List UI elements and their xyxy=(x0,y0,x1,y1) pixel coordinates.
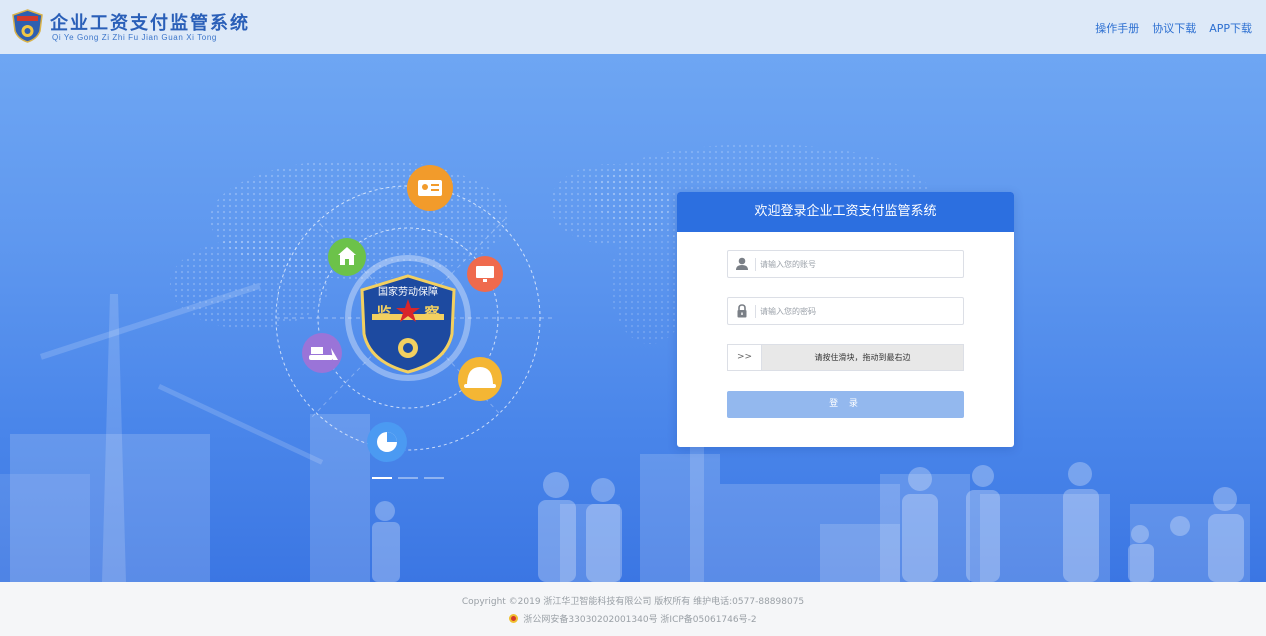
slider-handle[interactable]: >> xyxy=(728,345,762,370)
bulldozer-icon xyxy=(302,333,342,373)
beian-line: 浙公网安备33030202001340号 浙ICP备05061746号-2 xyxy=(0,612,1266,625)
app-download-link[interactable]: APP下载 xyxy=(1209,20,1252,36)
login-title: 欢迎登录企业工资支付监管系统 xyxy=(677,192,1014,232)
manual-link[interactable]: 操作手册 xyxy=(1095,20,1139,36)
username-field[interactable] xyxy=(727,250,964,278)
hero-banner: 国家劳动保障 监 察 xyxy=(0,54,1266,582)
house-icon xyxy=(328,238,366,276)
agreement-download-link[interactable]: 协议下载 xyxy=(1152,20,1196,36)
labor-inspection-emblem: 国家劳动保障 监 察 xyxy=(360,274,456,374)
username-input[interactable] xyxy=(760,254,958,274)
user-icon xyxy=(736,257,748,270)
top-links: 操作手册 协议下载 APP下载 xyxy=(1095,20,1252,36)
emblem-char-right: 察 xyxy=(423,304,440,322)
lock-icon xyxy=(737,304,747,318)
emblem-char-left: 监 xyxy=(376,304,391,322)
carousel-dot-active[interactable] xyxy=(372,477,392,479)
top-header: 企业工资支付监管系统 Qi Ye Gong Zi Zhi Fu Jian Gua… xyxy=(0,0,1266,54)
slide-captcha[interactable]: >> 请按住滑块，拖动到最右边 xyxy=(727,344,964,371)
app-title: 企业工资支付监管系统 xyxy=(50,13,250,34)
password-field[interactable] xyxy=(727,297,964,325)
app-subtitle: Qi Ye Gong Zi Zhi Fu Jian Guan Xi Tong xyxy=(52,33,217,42)
password-input[interactable] xyxy=(760,301,958,321)
helmet-icon xyxy=(458,357,502,401)
field-divider xyxy=(755,258,756,271)
login-button[interactable]: 登 录 xyxy=(727,391,964,418)
id-card-icon xyxy=(407,165,453,211)
beian-text[interactable]: 浙公网安备33030202001340号 浙ICP备05061746号-2 xyxy=(523,615,756,625)
emblem-line1: 国家劳动保障 xyxy=(378,285,438,298)
login-card: 欢迎登录企业工资支付监管系统 >> 请按住滑块，拖动到最右边 登 录 xyxy=(677,192,1014,447)
carousel-indicators xyxy=(372,477,444,479)
field-divider xyxy=(755,305,756,318)
monitor-icon xyxy=(467,256,503,292)
copyright-text: Copyright ©2019 浙江华卫智能科技有限公司 版权所有 维护电话:0… xyxy=(461,597,805,607)
carousel-dot[interactable] xyxy=(398,477,418,479)
carousel-dot[interactable] xyxy=(424,477,444,479)
hero-background: 国家劳动保障 监 察 xyxy=(0,144,1250,582)
footer: Copyright ©2019 浙江华卫智能科技有限公司 版权所有 维护电话:0… xyxy=(0,582,1266,636)
slider-hint: 请按住滑块，拖动到最右边 xyxy=(814,353,911,362)
police-badge-icon xyxy=(509,614,519,623)
pie-chart-icon xyxy=(367,422,407,462)
badge-logo-icon xyxy=(12,9,43,43)
